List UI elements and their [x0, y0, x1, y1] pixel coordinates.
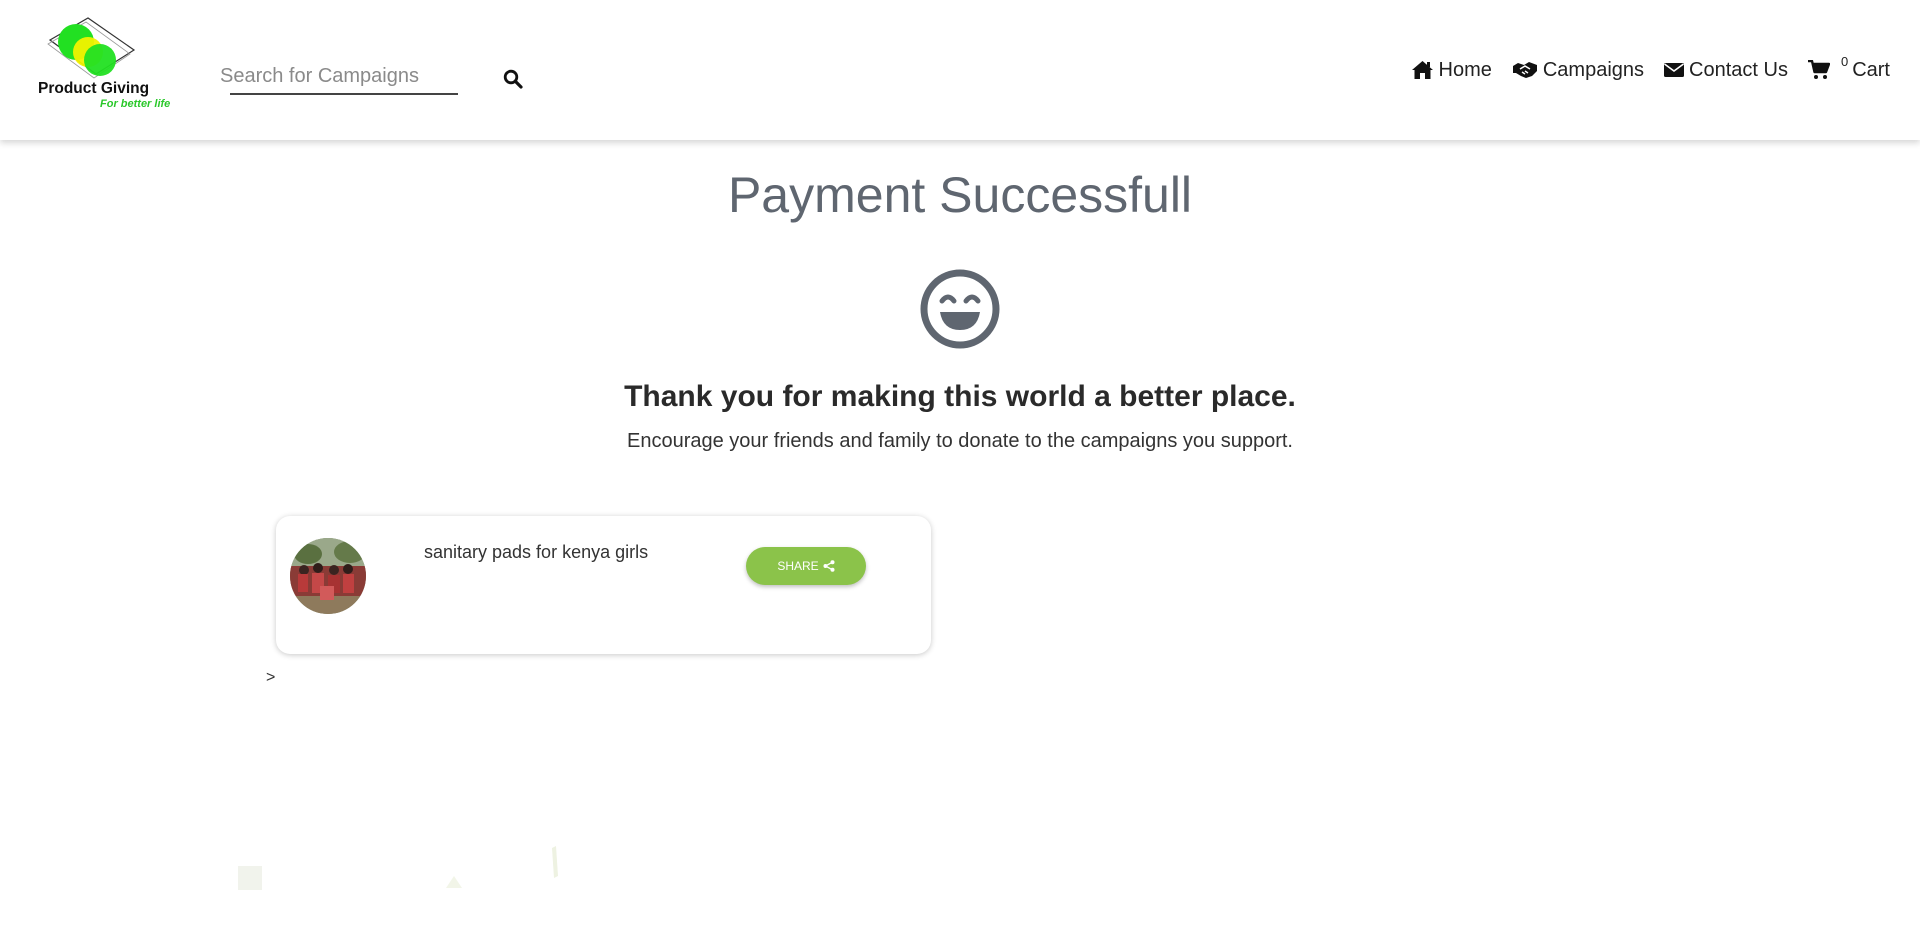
- nav-campaigns-label: Campaigns: [1542, 58, 1645, 81]
- campaign-name[interactable]: sanitary pads for kenya girls: [424, 542, 648, 563]
- nav-campaigns[interactable]: Campaigns: [1512, 59, 1644, 82]
- search-input[interactable]: [220, 58, 458, 94]
- campaign-thumbnail[interactable]: [290, 538, 366, 614]
- page-title: Payment Successfull: [727, 167, 1193, 223]
- nav-home-label: Home: [1438, 58, 1492, 81]
- nav-cart[interactable]: 0 Cart: [1807, 54, 1890, 82]
- share-button-label: SHARE: [777, 559, 819, 573]
- share-button[interactable]: SHARE: [746, 547, 866, 585]
- search-icon: [503, 69, 523, 89]
- stray-text: >: [266, 669, 276, 686]
- main-nav: Home Campaigns Contact Us 0 Cart: [1391, 52, 1890, 88]
- nav-contact[interactable]: Contact Us: [1664, 59, 1788, 82]
- campaign-card: sanitary pads for kenya girls SHARE: [276, 516, 931, 654]
- logo-graphic-icon: [47, 17, 136, 79]
- search-button[interactable]: [498, 64, 528, 94]
- nav-contact-label: Contact Us: [1689, 58, 1788, 81]
- smiley-icon: [919, 268, 1001, 350]
- nav-cart-label: Cart: [1852, 58, 1890, 81]
- search-underline: [230, 93, 458, 95]
- home-icon: [1411, 60, 1434, 80]
- cart-icon: [1807, 60, 1830, 80]
- logo-tagline: For better life: [100, 98, 171, 110]
- thank-you-message: Thank you for making this world a better…: [624, 380, 1296, 413]
- site-header: Product Giving For better life Home: [0, 0, 1920, 140]
- handshake-icon: [1512, 60, 1538, 80]
- share-icon: [823, 560, 835, 572]
- search-box: [220, 58, 458, 96]
- nav-home[interactable]: Home: [1411, 59, 1492, 82]
- confetti-decoration-icon: [238, 846, 558, 890]
- logo[interactable]: Product Giving For better life: [36, 16, 186, 116]
- envelope-icon: [1664, 62, 1685, 78]
- logo-title: Product Giving: [38, 80, 150, 97]
- cart-count: 0: [1840, 53, 1849, 69]
- encourage-message: Encourage your friends and family to don…: [627, 430, 1293, 452]
